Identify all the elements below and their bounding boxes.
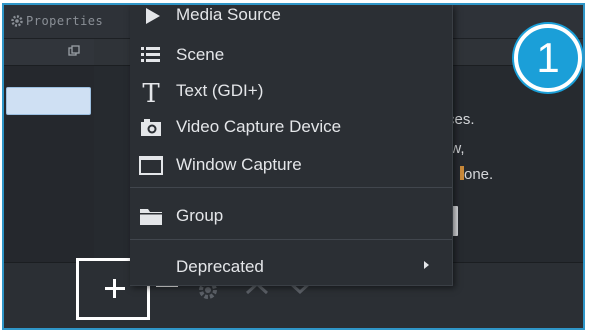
step-number-badge: 1 [514,24,582,92]
gear-icon [11,15,23,27]
properties-tab-label[interactable]: Properties [26,14,103,28]
sources-panel-header [4,39,94,66]
menu-item-deprecated[interactable]: Deprecated [130,249,452,283]
chevron-right-icon [424,261,429,269]
menu-separator [130,187,452,188]
play-icon [146,8,160,24]
menu-separator [130,239,452,240]
menu-item-label: Window Capture [176,155,302,174]
list-icon [141,47,160,62]
menu-item-group[interactable]: Group [130,198,452,232]
camera-icon [141,119,161,136]
menu-item-video-capture-device[interactable]: Video Capture Device [130,109,452,143]
menu-item-scene[interactable]: Scene [130,37,452,71]
obs-window: Properties rces. ow, one. Media Source S… [2,3,585,330]
menu-item-label: Text (GDI+) [176,81,264,100]
menu-item-text-gdi[interactable]: T Text (GDI+) [130,73,452,107]
sources-panel [4,39,94,279]
menu-item-media-source[interactable]: Media Source [130,5,452,31]
step-number: 1 [536,34,560,81]
add-source-context-menu: Media Source Scene T Text (GDI+) Video C… [130,5,453,286]
menu-item-label: Scene [176,45,225,64]
undock-icon[interactable] [68,45,80,57]
menu-item-label: Deprecated [176,257,264,276]
window-icon [139,156,163,175]
folder-icon [140,209,162,225]
menu-item-label: Video Capture Device [176,117,342,136]
selected-source-row[interactable] [6,87,91,115]
text-icon: T [142,79,160,105]
menu-item-label: Group [176,206,224,225]
svg-text:T: T [142,79,160,105]
background-hint-line-3: one. [464,166,494,183]
menu-item-window-capture[interactable]: Window Capture [130,147,452,181]
menu-item-label: Media Source [176,5,281,24]
